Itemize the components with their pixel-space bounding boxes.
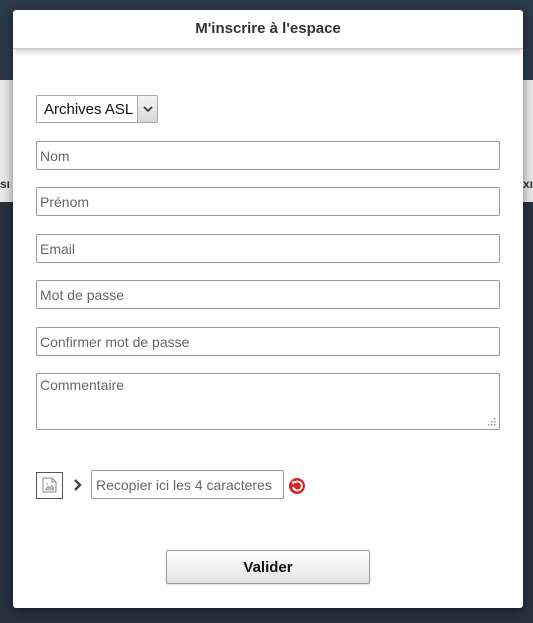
modal-title: M'inscrire à l'espace (195, 20, 341, 37)
password-field[interactable] (36, 280, 500, 309)
chevron-down-icon[interactable] (137, 96, 157, 122)
password-confirm-field[interactable] (36, 327, 500, 356)
resize-grip-icon[interactable] (486, 416, 496, 426)
email-field[interactable] (36, 234, 500, 263)
comment-field[interactable] (36, 373, 500, 430)
chevron-right-icon (74, 479, 82, 491)
space-select[interactable]: Archives ASL (36, 95, 158, 123)
captcha-input[interactable] (91, 470, 284, 499)
submit-button[interactable]: Valider (166, 550, 370, 584)
broken-image-icon (42, 477, 57, 493)
space-select-value: Archives ASL (44, 101, 134, 118)
refresh-icon[interactable] (288, 477, 306, 495)
nom-field[interactable] (36, 141, 500, 170)
background-text-left: sı (0, 177, 11, 191)
captcha-image (36, 472, 63, 499)
prenom-field[interactable] (36, 187, 500, 216)
registration-modal: M'inscrire à l'espace Archives ASL Nom P… (13, 10, 523, 608)
modal-header: M'inscrire à l'espace (13, 10, 523, 49)
background-text-right: xı (522, 177, 533, 191)
